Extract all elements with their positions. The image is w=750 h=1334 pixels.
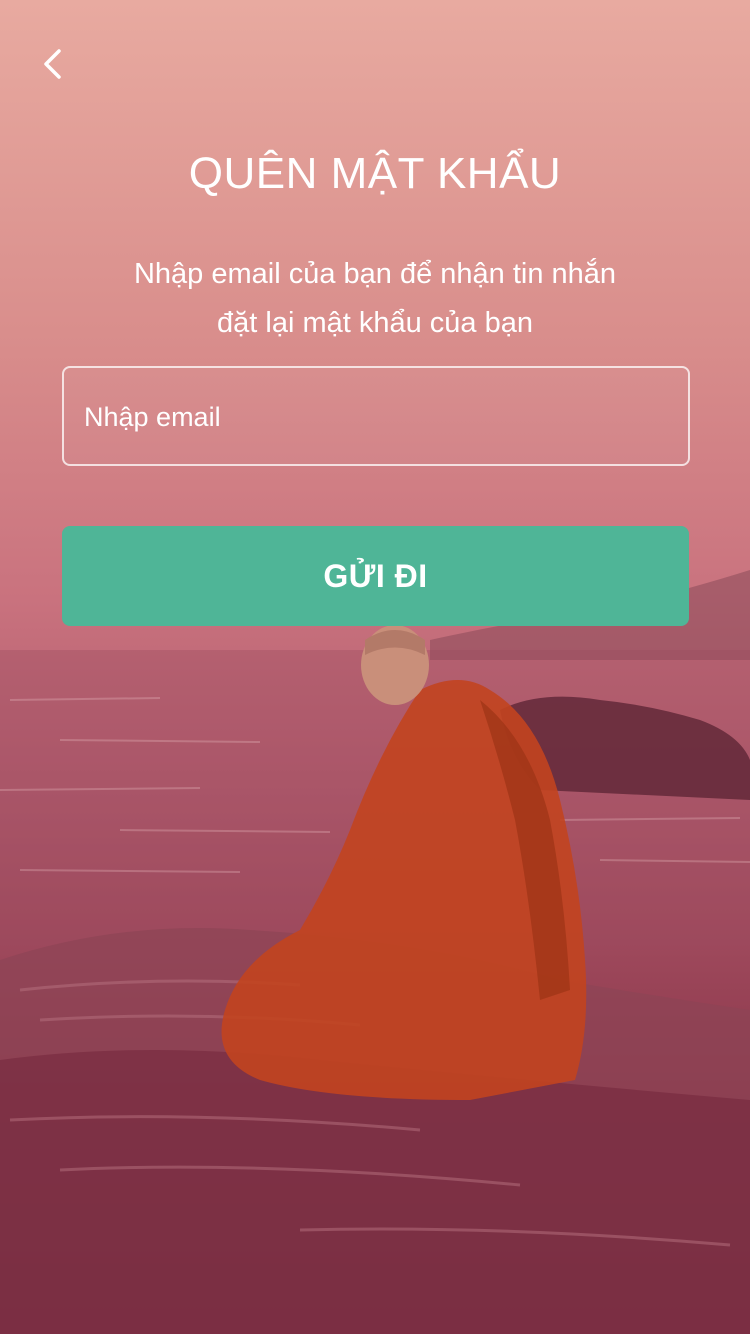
page-title: QUÊN MẬT KHẨU xyxy=(188,149,562,198)
instruction-text: Nhập email của bạn để nhận tin nhắn đặt … xyxy=(75,250,675,348)
email-field-container xyxy=(62,366,690,466)
submit-button[interactable]: GỬI ĐI xyxy=(62,526,689,626)
chevron-left-icon xyxy=(44,49,61,79)
email-field[interactable] xyxy=(82,368,676,466)
instruction-line-2: đặt lại mật khẩu của bạn xyxy=(217,307,533,339)
instruction-line-1: Nhập email của bạn để nhận tin nhắn xyxy=(133,258,617,290)
back-button[interactable] xyxy=(30,40,74,88)
